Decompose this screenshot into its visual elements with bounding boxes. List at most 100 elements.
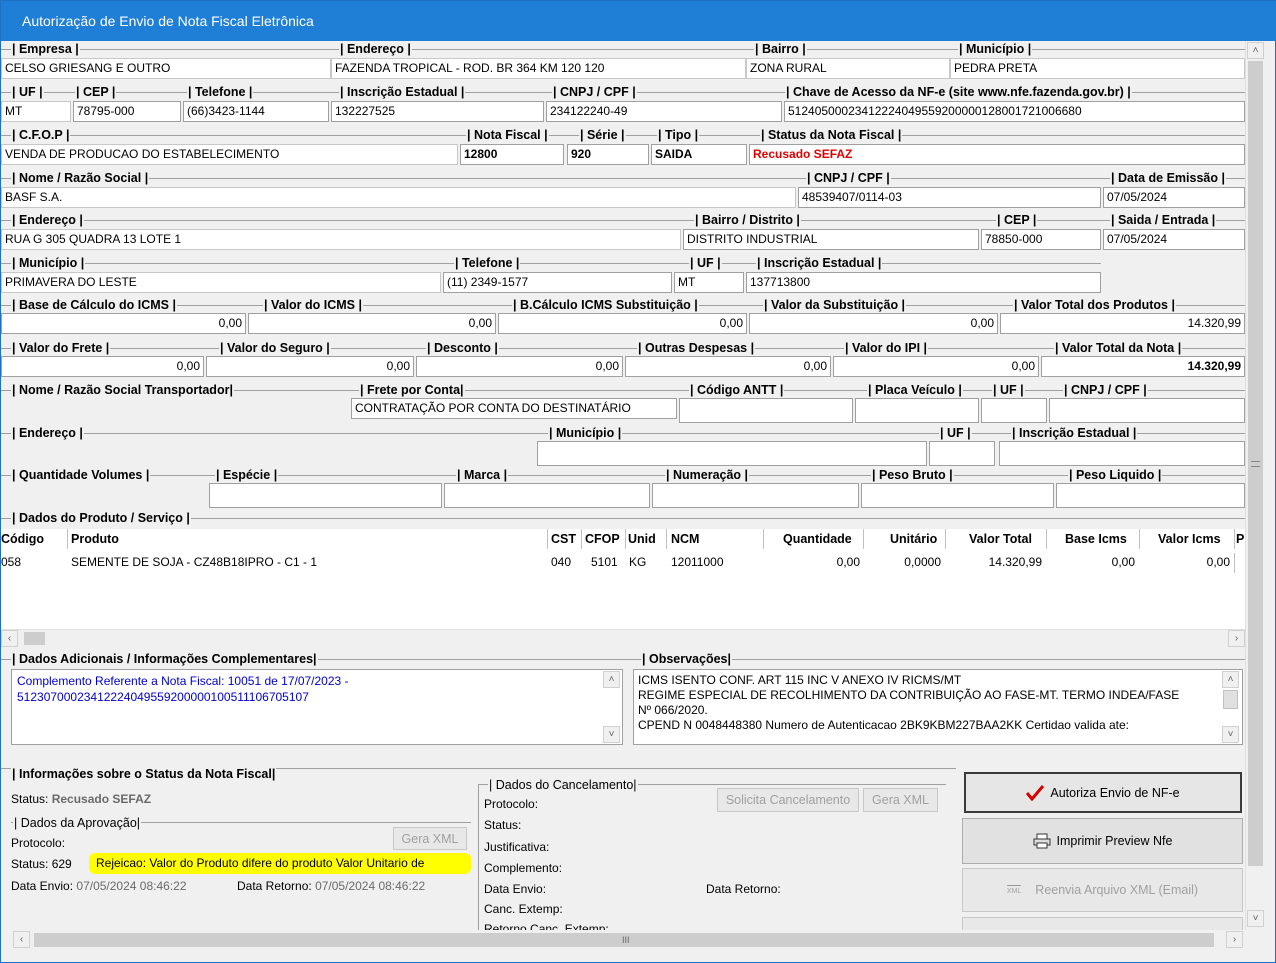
saida-label: | Saida / Entrada |	[1110, 213, 1217, 227]
produtos-label: | Dados do Produto / Serviço |	[11, 511, 191, 525]
scroll-down-icon[interactable]: ˅	[1247, 910, 1264, 927]
col-unitario[interactable]: Unitário	[890, 532, 937, 546]
obs-scroll-down-icon[interactable]: ˅	[1222, 726, 1239, 743]
antt-field[interactable]	[679, 398, 853, 423]
col-valor-total[interactable]: Valor Total	[969, 532, 1032, 546]
transp-uf-field[interactable]	[981, 398, 1047, 423]
main-hscroll[interactable]: ‹ III ›	[11, 930, 1245, 950]
desconto-field[interactable]: 0,00	[416, 356, 623, 377]
seguro-field[interactable]: 0,00	[206, 356, 414, 377]
col-produto[interactable]: Produto	[71, 532, 119, 546]
dest-nome-field[interactable]: BASF S.A.	[1, 187, 796, 208]
scroll-left-icon[interactable]: ‹	[1, 630, 18, 647]
ie-field[interactable]: 132227525	[331, 101, 544, 122]
dest-uf-label: | UF |	[689, 256, 722, 270]
col-valor-icms[interactable]: Valor Icms	[1158, 532, 1221, 546]
municipio-field[interactable]: PEDRA PRETA	[950, 58, 1245, 79]
numeracao-field[interactable]	[652, 483, 859, 508]
printer-icon	[1033, 833, 1050, 849]
empresa-field[interactable]: CELSO GRIESANG E OUTRO	[1, 58, 331, 79]
transp-cnpj-field[interactable]	[1049, 398, 1245, 423]
col-cfop[interactable]: CFOP	[585, 532, 620, 546]
table-row[interactable]: 058 SEMENTE DE SOJA - CZ48B18IPRO - C1 -…	[1, 553, 1245, 573]
antt-label: | Código ANTT |	[689, 383, 785, 397]
chave-field[interactable]: 5124050002341222404955920000012800172100…	[784, 101, 1245, 122]
dest-telefone-field[interactable]: (11) 2349-1577	[443, 272, 672, 293]
adicionais-textarea[interactable]: Complemento Referente a Nota Fiscal: 100…	[11, 669, 623, 745]
pliquido-field[interactable]	[1056, 483, 1245, 508]
hscroll-right-icon[interactable]: ›	[1226, 931, 1243, 948]
obs-scroll-up-icon[interactable]: ˄	[1222, 671, 1239, 688]
dest-endereco-field[interactable]: RUA G 305 QUADRA 13 LOTE 1	[1, 229, 681, 250]
v-st-field[interactable]: 0,00	[749, 313, 998, 334]
dest-municipio-field[interactable]: PRIMAVERA DO LESTE	[1, 272, 441, 293]
imprimir-button[interactable]: Imprimir Preview Nfe	[962, 818, 1243, 864]
emissao-field[interactable]: 07/05/2024	[1103, 187, 1245, 208]
cep-field[interactable]: 78795-000	[73, 101, 181, 122]
autoriza-button[interactable]: Autoriza Envio de NF-e	[964, 772, 1242, 813]
scroll-up-icon[interactable]: ˄	[1247, 42, 1264, 59]
col-ncm[interactable]: NCM	[671, 532, 699, 546]
col-cst[interactable]: CST	[551, 532, 576, 546]
vscroll-thumb[interactable]	[1248, 61, 1263, 866]
tipo-field[interactable]: SAIDA	[651, 144, 747, 165]
canc-gera-xml-button[interactable]: Gera XML	[863, 788, 938, 812]
main-vscroll[interactable]: ˄ ˅	[1245, 41, 1265, 930]
transp-frete-field[interactable]: CONTRATAÇÃO POR CONTA DO DESTINATÁRIO	[351, 398, 677, 419]
marca-field[interactable]	[444, 483, 650, 508]
col-base-icms[interactable]: Base Icms	[1065, 532, 1127, 546]
obs-scroll-thumb[interactable]	[1223, 690, 1238, 709]
cfop-field[interactable]: VENDA DE PRODUCAO DO ESTABELECIMENTO	[1, 144, 458, 165]
dest-ie-field[interactable]: 137713800	[746, 272, 1101, 293]
dest-cnpj-field[interactable]: 48539407/0114-03	[798, 187, 1101, 208]
dest-nome-label: | Nome / Razão Social |	[11, 171, 150, 185]
saida-field[interactable]: 07/05/2024	[1103, 229, 1245, 250]
col-p[interactable]: P	[1236, 532, 1244, 546]
observacoes-textarea[interactable]: ICMS ISENTO CONF. ART 115 INC V ANEXO IV…	[633, 669, 1243, 745]
total-field[interactable]: 14.320,99	[1041, 356, 1245, 377]
bc-icms-field[interactable]: 0,00	[1, 313, 246, 334]
adicionais-scroll-down-icon[interactable]: ˅	[603, 726, 620, 743]
cell-cst: 040	[551, 555, 572, 569]
col-codigo[interactable]: Código	[1, 532, 44, 546]
hscroll-thumb[interactable]	[24, 632, 45, 645]
resize-grip-icon[interactable]	[1247, 932, 1265, 950]
reenvia-button[interactable]: XML Reenvia Arquivo XML (Email)	[962, 868, 1243, 912]
transp-uf2-field[interactable]	[929, 441, 995, 466]
adicionais-scroll-up-icon[interactable]: ˄	[603, 671, 620, 688]
transp-ie-field[interactable]	[999, 441, 1245, 466]
hscroll-left-icon[interactable]: ‹	[13, 931, 30, 948]
outras-field[interactable]: 0,00	[625, 356, 831, 377]
bc-st-field[interactable]: 0,00	[498, 313, 747, 334]
serie-field[interactable]: 920	[567, 144, 649, 165]
dest-bairro-field[interactable]: DISTRITO INDUSTRIAL	[683, 229, 979, 250]
ipi-field[interactable]: 0,00	[833, 356, 1039, 377]
especie-field[interactable]	[209, 483, 442, 508]
aprov-gera-xml-button[interactable]: Gera XML	[393, 827, 467, 850]
seguro-label: | Valor do Seguro |	[219, 341, 331, 355]
pbruto-field[interactable]	[861, 483, 1054, 508]
aprov-status-code: Status: 629	[11, 857, 72, 871]
col-quantidade[interactable]: Quantidade	[783, 532, 852, 546]
dest-uf-field[interactable]: MT	[674, 272, 744, 293]
bairro-field[interactable]: ZONA RURAL	[746, 58, 950, 79]
endereco-field[interactable]: FAZENDA TROPICAL - ROD. BR 364 KM 120 12…	[331, 58, 746, 79]
solicita-cancelamento-button[interactable]: Solicita Cancelamento	[717, 788, 859, 812]
produtos-hscroll[interactable]: ‹ ›	[1, 629, 1245, 647]
placa-field[interactable]	[855, 398, 979, 423]
hscroll-grip-icon: III	[622, 935, 630, 945]
dest-cep-field[interactable]: 78850-000	[981, 229, 1101, 250]
main-hscroll-thumb[interactable]: III	[34, 933, 1214, 947]
cnpj-field[interactable]: 234122240-49	[546, 101, 782, 122]
col-unid[interactable]: Unid	[628, 532, 656, 546]
nf-field[interactable]: 12800	[460, 144, 564, 165]
transp-municipio-field[interactable]	[537, 441, 927, 466]
telefone-field[interactable]: (66)3423-1144	[183, 101, 329, 122]
v-icms-field[interactable]: 0,00	[248, 313, 496, 334]
extra-button[interactable]	[962, 917, 1243, 930]
v-prod-field[interactable]: 14.320,99	[1000, 313, 1245, 334]
produtos-grid[interactable]: Código Produto CST CFOP Unid NCM Quantid…	[1, 529, 1245, 629]
uf-field[interactable]: MT	[1, 101, 71, 122]
scroll-right-icon[interactable]: ›	[1228, 630, 1245, 647]
frete-field[interactable]: 0,00	[1, 356, 204, 377]
